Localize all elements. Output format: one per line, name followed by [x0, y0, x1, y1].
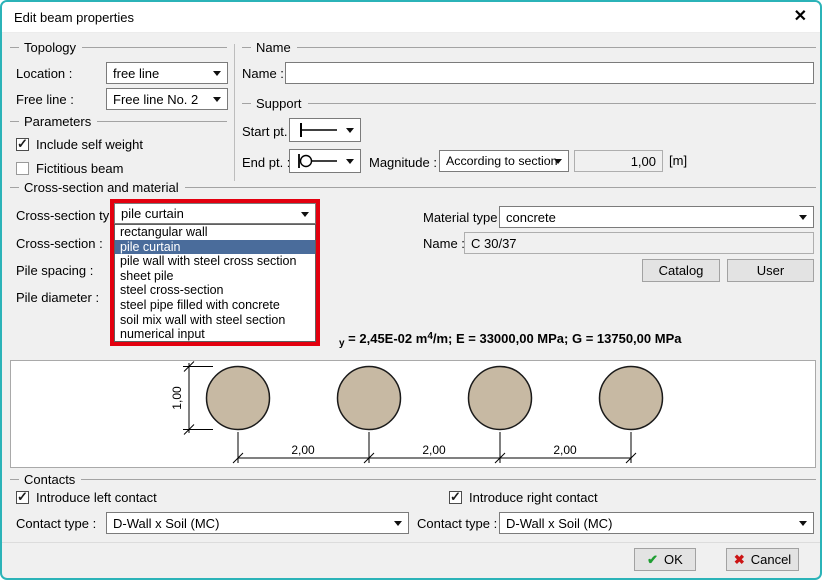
introduce-left-contact-label: Introduce left contact — [36, 490, 157, 505]
introduce-left-contact-checkbox[interactable]: ✓ — [16, 491, 29, 504]
location-select[interactable]: free line — [106, 62, 228, 84]
include-self-weight-label: Include self weight — [36, 137, 143, 152]
dropdown-option[interactable]: steel pipe filled with concrete — [115, 298, 315, 313]
dropdown-option-selected[interactable]: pile curtain — [115, 240, 315, 255]
chevron-down-icon — [213, 97, 221, 102]
magnitude-unit-label: [m] — [669, 153, 687, 168]
magnitude-select[interactable]: According to section — [439, 150, 569, 172]
include-self-weight-checkbox[interactable]: ✓ — [16, 138, 29, 151]
fixed-support-icon — [294, 122, 342, 138]
start-point-select[interactable] — [289, 118, 361, 142]
section-properties-text: y = 2,45E-02 m4/m; E = 33000,00 MPa; G =… — [339, 331, 681, 349]
pile-circle — [600, 367, 663, 430]
cross-section-material-header: Cross-section and material — [10, 181, 816, 194]
chevron-down-icon — [213, 71, 221, 76]
edit-beam-properties-dialog: Edit beam properties ✕ Topology Location… — [0, 0, 822, 580]
cancel-button[interactable]: ✖ Cancel — [726, 548, 799, 571]
end-point-select[interactable] — [289, 149, 361, 173]
dropdown-option[interactable]: soil mix wall with steel section — [115, 313, 315, 328]
support-header: Support — [242, 97, 816, 110]
hinge-support-icon — [294, 153, 342, 169]
fictitious-beam-label: Fictitious beam — [36, 161, 123, 176]
chevron-down-icon — [799, 521, 807, 526]
pile-circle — [207, 367, 270, 430]
chevron-down-icon — [799, 215, 807, 220]
spacing-dim-label: 2,00 — [553, 443, 577, 457]
topology-header: Topology — [10, 41, 227, 54]
diameter-dim-label: 1,00 — [170, 386, 184, 410]
left-contact-type-label: Contact type : — [16, 516, 96, 531]
dropdown-option[interactable]: pile wall with steel cross section — [115, 254, 315, 269]
free-line-label: Free line : — [16, 92, 74, 107]
dropdown-option[interactable]: numerical input — [115, 327, 315, 342]
pile-diameter-label: Pile diameter : — [16, 290, 99, 305]
dropdown-option[interactable]: rectangular wall — [115, 225, 315, 240]
pile-circle — [338, 367, 401, 430]
name-header: Name — [242, 41, 816, 54]
location-label: Location : — [16, 66, 72, 81]
material-type-label: Material type : — [423, 210, 505, 225]
cancel-x-icon: ✖ — [734, 552, 745, 568]
cross-section-type-select[interactable]: pile curtain — [114, 203, 316, 224]
start-point-label: Start pt. : — [242, 124, 295, 139]
introduce-right-contact-label: Introduce right contact — [469, 490, 598, 505]
cross-section-drawing: 1,00 2,00 2,00 2,00 — [10, 360, 816, 468]
introduce-right-contact-checkbox[interactable]: ✓ — [449, 491, 462, 504]
dropdown-option[interactable]: sheet pile — [115, 269, 315, 284]
ok-button[interactable]: ✔ OK — [634, 548, 696, 571]
check-icon: ✓ — [17, 489, 28, 505]
chevron-down-icon — [346, 159, 354, 164]
right-contact-type-label: Contact type : — [417, 516, 497, 531]
magnitude-value-field: 1,00 — [574, 150, 663, 172]
pile-spacing-label: Pile spacing : — [16, 263, 93, 278]
parameters-header: Parameters — [10, 115, 227, 128]
pile-circle — [469, 367, 532, 430]
spacing-dim-label: 2,00 — [422, 443, 446, 457]
chevron-down-icon — [346, 128, 354, 133]
chevron-down-icon — [301, 212, 309, 217]
left-contact-type-select[interactable]: D-Wall x Soil (MC) — [106, 512, 409, 534]
check-icon: ✓ — [450, 489, 461, 505]
close-icon[interactable]: ✕ — [794, 7, 807, 27]
chevron-down-icon — [554, 159, 562, 164]
spacing-dim-label: 2,00 — [291, 443, 315, 457]
dropdown-option[interactable]: steel cross-section — [115, 283, 315, 298]
ok-check-icon: ✔ — [647, 552, 658, 568]
cross-section-type-dropdown-list: rectangular wall pile curtain pile wall … — [114, 224, 316, 342]
attention-highlight-box: pile curtain rectangular wall pile curta… — [110, 199, 320, 346]
cross-section-label: Cross-section : — [16, 236, 103, 251]
end-point-label: End pt. : — [242, 155, 290, 170]
contacts-header: Contacts — [10, 473, 816, 486]
footer-divider — [2, 542, 820, 543]
right-contact-type-select[interactable]: D-Wall x Soil (MC) — [499, 512, 814, 534]
column-divider — [234, 44, 235, 181]
free-line-select[interactable]: Free line No. 2 — [106, 88, 228, 110]
material-name-label: Name : — [423, 236, 465, 251]
title-bar: Edit beam properties ✕ — [2, 2, 820, 33]
dialog-title: Edit beam properties — [14, 10, 134, 25]
name-label: Name : — [242, 66, 284, 81]
pile-curtain-diagram: 1,00 2,00 2,00 2,00 — [11, 361, 815, 467]
user-button[interactable]: User — [727, 259, 814, 282]
check-icon: ✓ — [17, 136, 28, 152]
magnitude-label: Magnitude : — [369, 155, 437, 170]
material-type-select[interactable]: concrete — [499, 206, 814, 228]
catalog-button[interactable]: Catalog — [642, 259, 720, 282]
material-name-field: C 30/37 — [464, 232, 814, 254]
name-input[interactable] — [285, 62, 814, 84]
chevron-down-icon — [394, 521, 402, 526]
fictitious-beam-checkbox[interactable] — [16, 162, 29, 175]
